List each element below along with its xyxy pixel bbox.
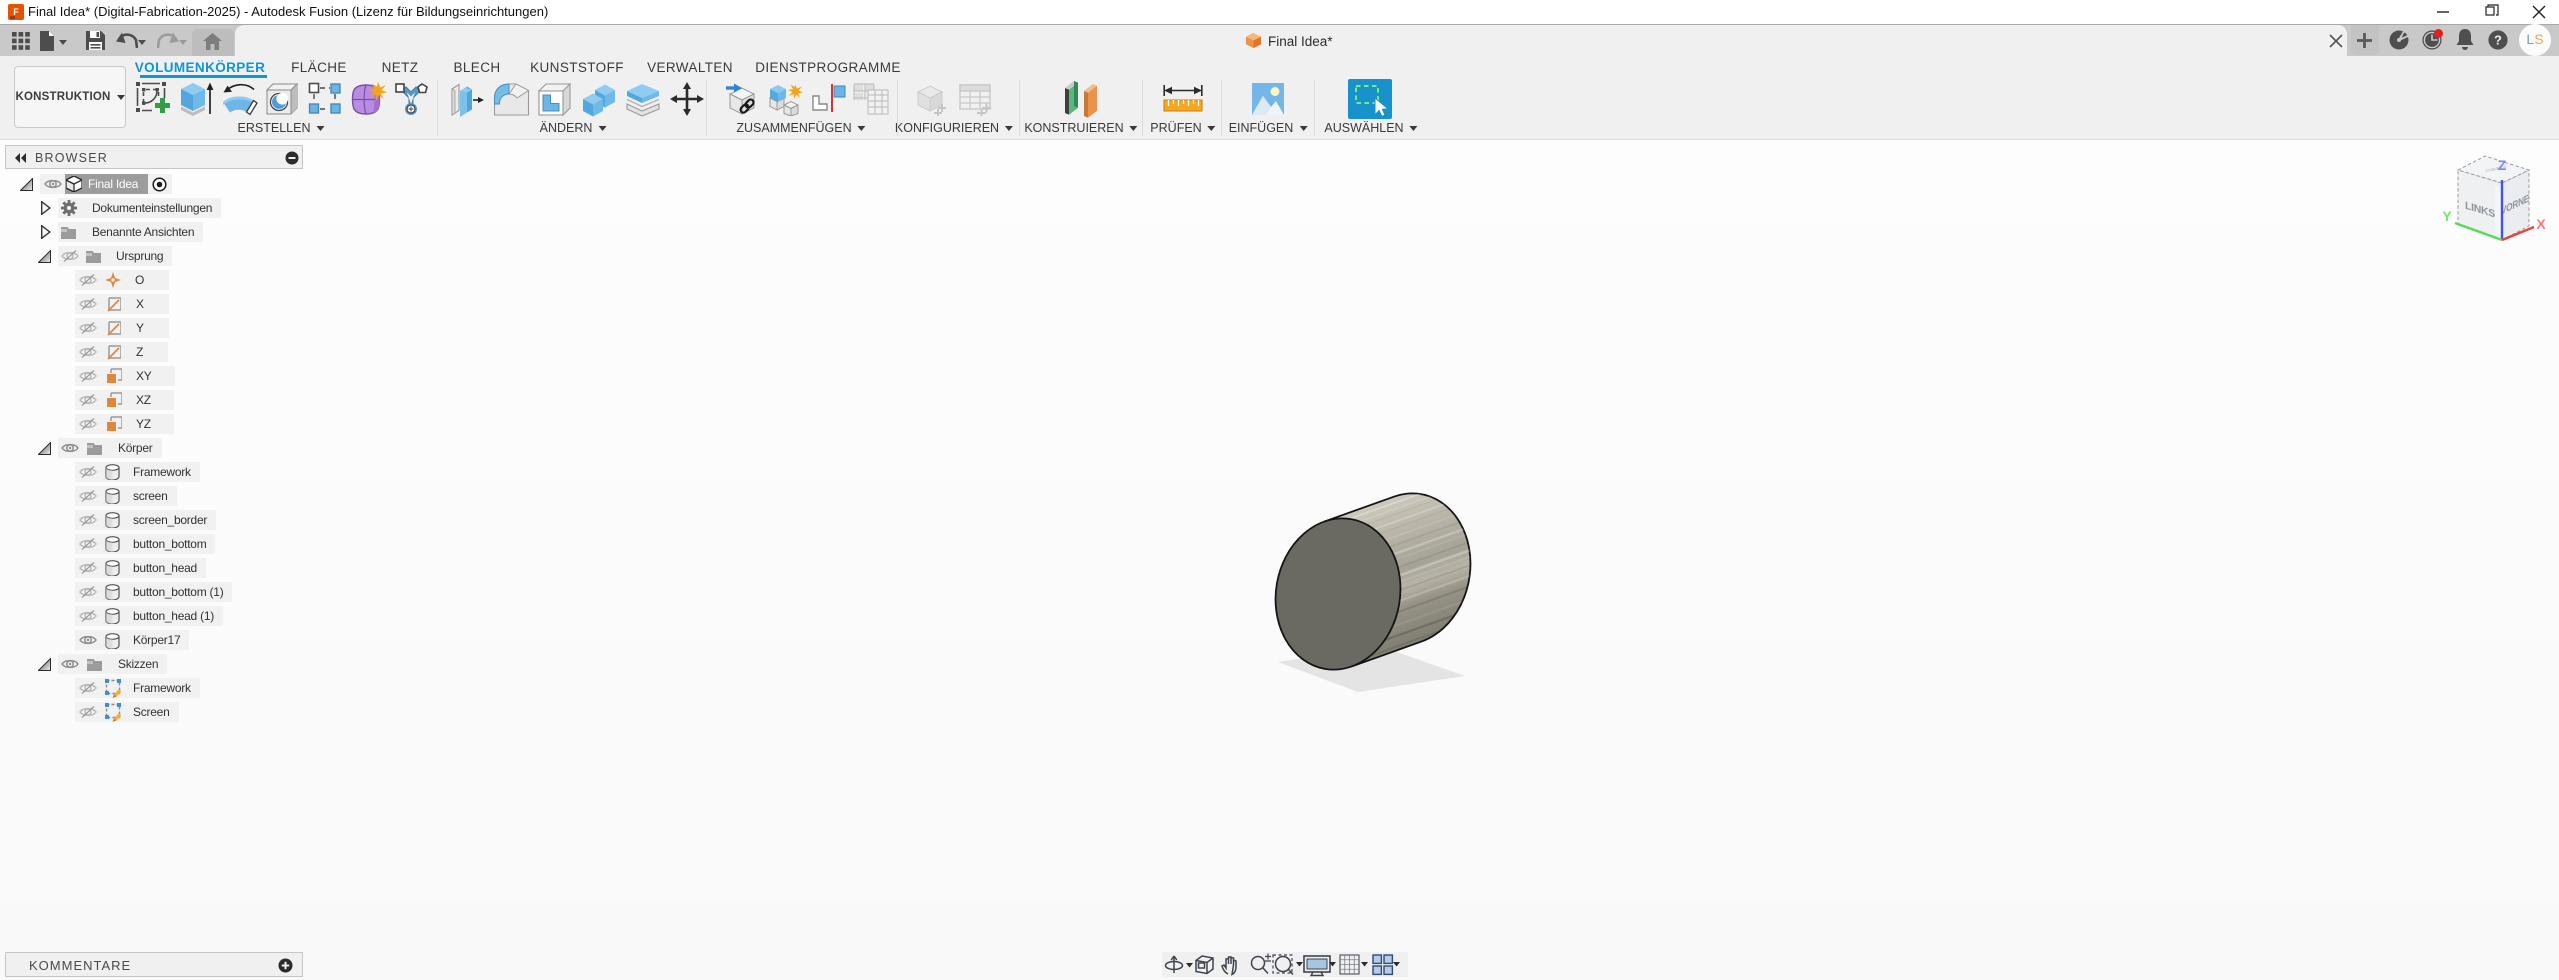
svg-text:Z: Z (2498, 157, 2507, 173)
svg-text:?: ? (2494, 33, 2502, 48)
svg-text:F: F (13, 7, 19, 17)
svg-text:Y: Y (2442, 208, 2452, 224)
svg-text:X: X (2536, 216, 2546, 232)
